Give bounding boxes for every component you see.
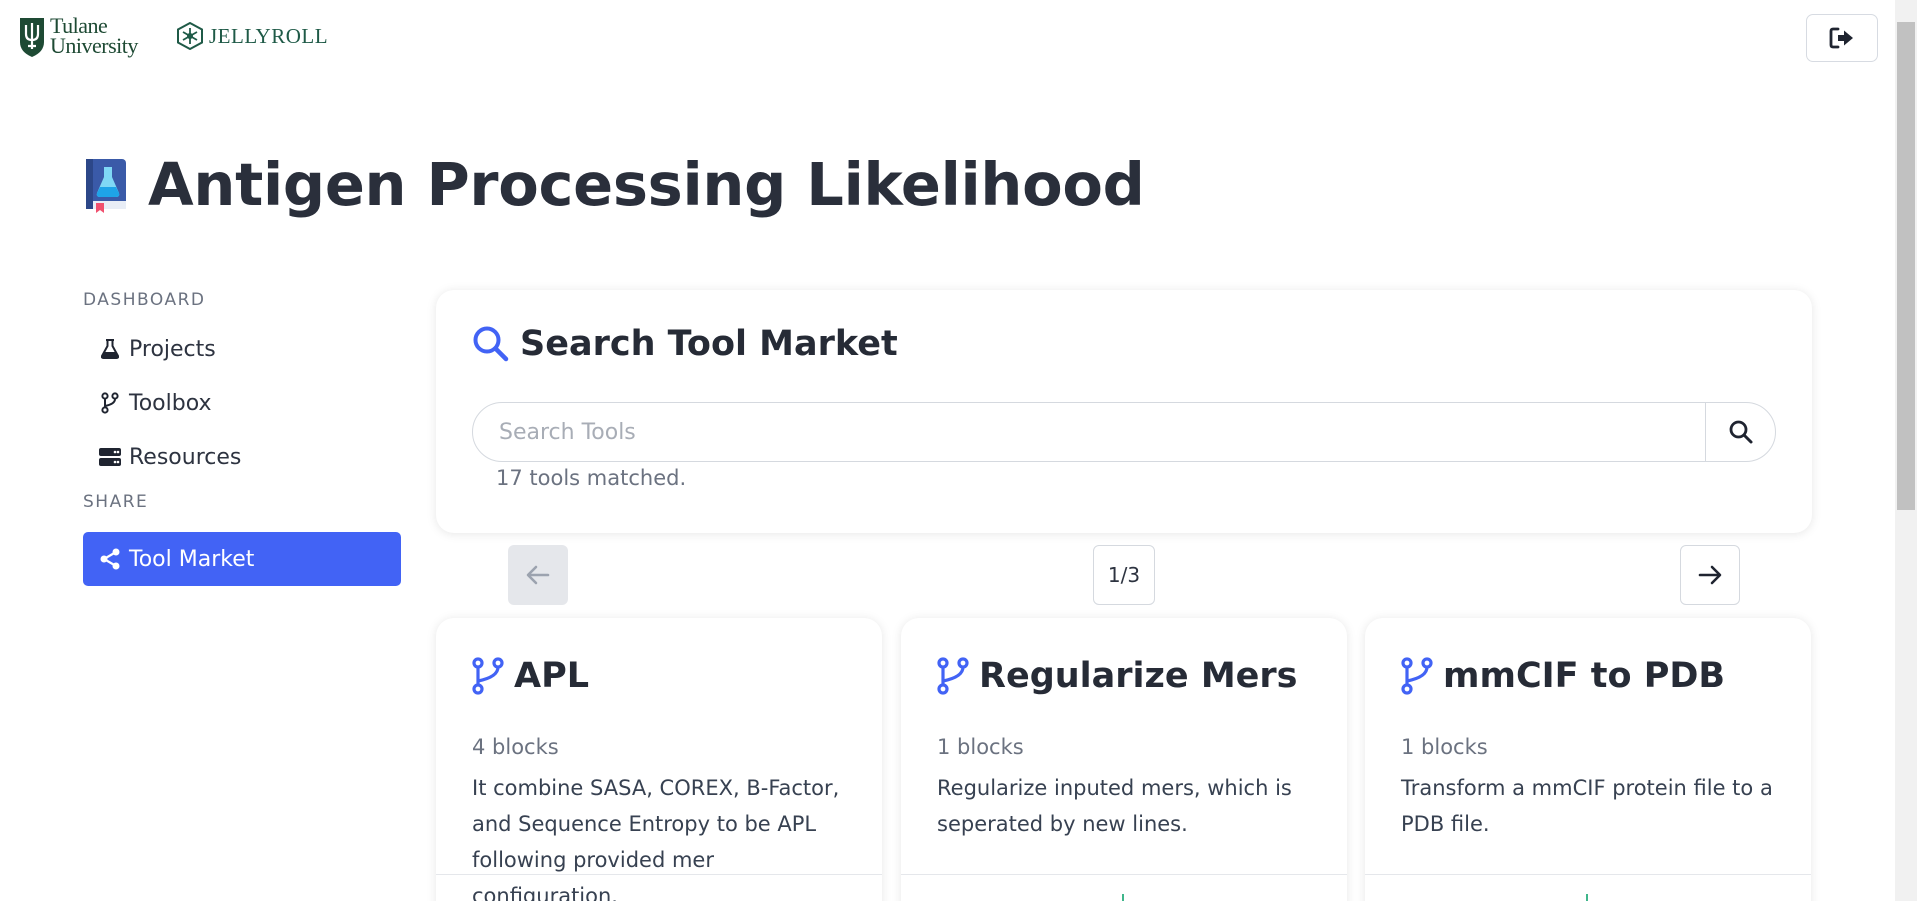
search-icon xyxy=(473,326,509,362)
tulane-wordmark: Tulane University xyxy=(50,15,138,58)
server-icon xyxy=(99,446,121,468)
tool-description: Regularize inputed mers, which is sepera… xyxy=(937,776,1292,836)
card-footer-mark xyxy=(1586,894,1588,901)
jellyroll-hex-icon xyxy=(177,22,203,50)
share-nodes-icon xyxy=(99,548,123,570)
tool-description: It combine SASA, COREX, B-Factor, and Se… xyxy=(472,776,840,901)
search-card: Search Tool Market 17 tools matched. xyxy=(436,290,1812,533)
tulane-shield-icon xyxy=(20,18,44,57)
divider xyxy=(436,874,882,875)
tool-block-count: 1 blocks xyxy=(937,735,1024,759)
code-branch-icon xyxy=(99,392,121,414)
tool-block-count: 1 blocks xyxy=(1401,735,1488,759)
arrow-left-icon xyxy=(526,565,550,585)
scrollbar-thumb[interactable] xyxy=(1897,22,1915,510)
tool-name: mmCIF to PDB xyxy=(1443,656,1726,696)
code-branch-icon xyxy=(1401,657,1433,695)
divider xyxy=(901,874,1347,875)
jellyroll-wordmark: JELLYROLL xyxy=(209,23,329,48)
sidebar-item-projects[interactable]: Projects xyxy=(83,322,401,376)
tool-card-header: mmCIF to PDB xyxy=(1401,656,1725,696)
search-icon xyxy=(1729,420,1752,444)
tool-name: Regularize Mers xyxy=(979,656,1298,696)
code-branch-icon xyxy=(937,657,969,695)
tool-card-header: Regularize Mers xyxy=(937,656,1298,696)
tulane-logo[interactable]: Tulane University xyxy=(18,15,138,58)
sidebar-item-label: Projects xyxy=(129,336,216,362)
code-branch-icon xyxy=(472,657,504,695)
search-input[interactable] xyxy=(473,403,1705,461)
page-indicator: 1/3 xyxy=(1093,545,1155,605)
tool-card-header: APL xyxy=(472,656,589,696)
sidebar-section-dashboard: DASHBOARD xyxy=(83,290,206,310)
sidebar: DASHBOARD Projects Toolbox Resources SHA… xyxy=(83,290,401,586)
flask-book-icon xyxy=(86,158,126,213)
tool-description: Transform a mmCIF protein file to a PDB … xyxy=(1401,776,1773,836)
tool-card-apl[interactable]: APL 4 blocks It combine SASA, COREX, B-F… xyxy=(436,618,882,901)
page-scrollbar[interactable] xyxy=(1895,0,1917,901)
card-footer-mark xyxy=(1122,894,1124,901)
tulane-line-2: University xyxy=(50,33,138,58)
tool-name: APL xyxy=(514,656,590,696)
arrow-right-icon xyxy=(1698,565,1722,585)
divider xyxy=(1365,874,1811,875)
sidebar-item-toolbox[interactable]: Toolbox xyxy=(83,376,401,430)
sidebar-section-share: SHARE xyxy=(83,492,149,512)
jellyroll-logo[interactable]: JELLYROLL xyxy=(177,22,328,50)
tool-block-count: 4 blocks xyxy=(472,735,559,759)
match-count: 17 tools matched. xyxy=(496,466,687,490)
logout-button[interactable] xyxy=(1806,14,1878,62)
sidebar-item-label: Tool Market xyxy=(129,546,255,572)
page-title: Antigen Processing Likelihood xyxy=(148,150,1145,219)
top-bar: Tulane University JELLYROLL xyxy=(0,0,1895,75)
search-button[interactable] xyxy=(1705,403,1775,461)
sidebar-item-label: Toolbox xyxy=(129,390,212,416)
tool-card-regularize-mers[interactable]: Regularize Mers 1 blocks Regularize inpu… xyxy=(901,618,1347,901)
tool-card-mmcif-to-pdb[interactable]: mmCIF to PDB 1 blocks Transform a mmCIF … xyxy=(1365,618,1811,901)
sign-out-icon xyxy=(1829,27,1853,49)
search-box xyxy=(472,402,1776,462)
sidebar-item-resources[interactable]: Resources xyxy=(83,430,401,484)
sidebar-item-tool-market[interactable]: Tool Market xyxy=(83,532,401,586)
next-page-button[interactable] xyxy=(1680,545,1740,605)
search-card-header: Search Tool Market xyxy=(472,324,898,364)
page-header: Antigen Processing Likelihood xyxy=(84,150,1145,219)
search-card-title: Search Tool Market xyxy=(520,324,898,364)
previous-page-button[interactable] xyxy=(508,545,568,605)
flask-icon xyxy=(99,338,121,360)
sidebar-item-label: Resources xyxy=(129,444,242,470)
